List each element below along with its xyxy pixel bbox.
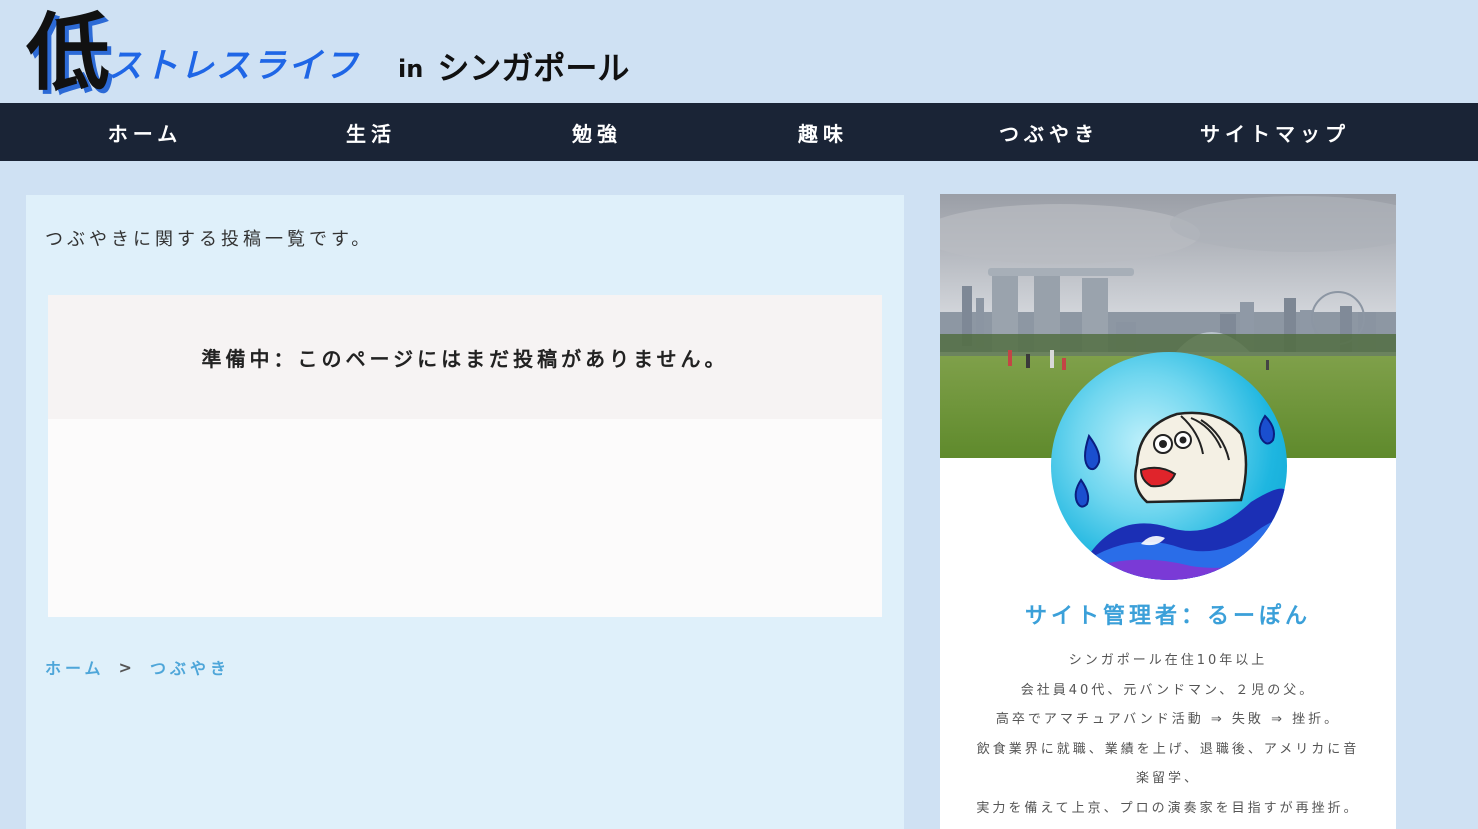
logo-in-text: in bbox=[398, 55, 424, 83]
site-header: 低 ストレスライフ in シンガポール bbox=[0, 0, 1478, 103]
archive-intro: つぶやきに関する投稿一覧です。 bbox=[45, 229, 374, 250]
admin-name: サイト管理者：るーぽん bbox=[1024, 604, 1311, 629]
nav-item-sitemap[interactable]: サイトマップ bbox=[1162, 103, 1388, 161]
merlion-illustration bbox=[1051, 411, 1287, 580]
page: 低 ストレスライフ in シンガポール ホーム 生活 勉強 趣味 つぶやき サイ… bbox=[0, 0, 1478, 829]
profile-sidebar: サイト管理者：るーぽん シンガポール在住10年以上 会社員40代、元バンドマン、… bbox=[940, 194, 1396, 829]
admin-avatar[interactable] bbox=[1051, 352, 1287, 580]
site-logo[interactable]: 低 ストレスライフ in シンガポール bbox=[26, 4, 629, 96]
logo-place-text: シンガポール bbox=[437, 49, 630, 87]
notice-message: 準備中：このページにはまだ投稿がありません。 bbox=[48, 295, 882, 419]
bio-line: 楽留学、 bbox=[1135, 771, 1200, 786]
notice-box: 準備中：このページにはまだ投稿がありません。 bbox=[48, 295, 882, 617]
logo-main-text: ストレスライフ bbox=[108, 46, 361, 86]
breadcrumb-current-link[interactable]: つぶやき bbox=[150, 655, 230, 679]
nav-item-home[interactable]: ホーム bbox=[32, 103, 258, 161]
nav-item-study[interactable]: 勉強 bbox=[484, 103, 710, 161]
global-nav: ホーム 生活 勉強 趣味 つぶやき サイトマップ bbox=[0, 103, 1478, 161]
bio-line: 会社員40代、元バンドマン、２児の父。 bbox=[1020, 682, 1316, 698]
nav-item-hobby[interactable]: 趣味 bbox=[710, 103, 936, 161]
breadcrumb-home-link[interactable]: ホーム bbox=[45, 655, 105, 679]
bio-line: シンガポール在住10年以上 bbox=[1068, 653, 1268, 668]
bio-line: 高卒でアマチュアバンド活動 ⇒ 失敗 ⇒ 挫折。 bbox=[995, 712, 1341, 727]
nav-item-life[interactable]: 生活 bbox=[258, 103, 484, 161]
bio-line: 飲食業界に就職、業績を上げ、退職後、アメリカに音 bbox=[976, 741, 1360, 757]
breadcrumb-separator: > bbox=[118, 657, 136, 677]
nav-item-tweets[interactable]: つぶやき bbox=[936, 103, 1162, 161]
bio-line: 実力を備えて上京、プロの演奏家を目指すが再挫折。 bbox=[976, 800, 1360, 816]
main-content: つぶやきに関する投稿一覧です。 準備中：このページにはまだ投稿がありません。 ホ… bbox=[26, 195, 904, 829]
admin-bio: シンガポール在住10年以上 会社員40代、元バンドマン、２児の父。 高卒でアマチ… bbox=[956, 646, 1380, 823]
logo-kanji: 低 bbox=[26, 4, 110, 102]
breadcrumb: ホーム > つぶやき bbox=[45, 655, 230, 679]
